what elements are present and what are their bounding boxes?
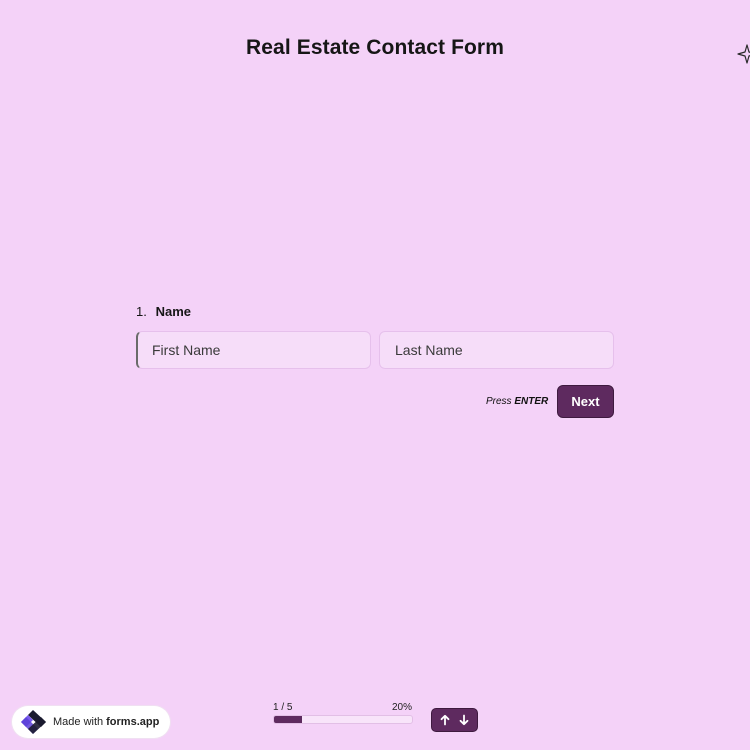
previous-question-button[interactable] <box>436 711 454 729</box>
question-title: Name <box>155 304 192 319</box>
press-enter-hint: Press ENTER <box>486 396 548 407</box>
arrow-down-icon <box>459 714 469 726</box>
hint-key-text: ENTER <box>514 396 549 407</box>
sparkle-icon <box>737 44 750 64</box>
question-label: 1. Name <box>136 304 191 319</box>
made-with-forms-app-badge[interactable]: Made with forms.app <box>12 706 170 738</box>
last-name-input[interactable] <box>379 331 614 369</box>
hint-press-text: Press <box>486 396 512 407</box>
question-navigation <box>431 708 478 732</box>
progress-bar-fill <box>274 716 302 723</box>
forms-app-logo <box>21 710 46 734</box>
progress-bar <box>273 715 413 724</box>
form-title: Real Estate Contact Form <box>246 36 504 59</box>
badge-made-with-text: Made with <box>53 716 104 728</box>
question-number: 1. <box>136 304 147 319</box>
progress-count: 1 / 5 <box>273 702 293 713</box>
first-name-input[interactable] <box>136 331 371 369</box>
badge-brand-text: forms.app <box>106 716 160 728</box>
next-question-button[interactable] <box>455 711 473 729</box>
arrow-up-icon <box>440 714 450 726</box>
progress-percent: 20% <box>392 702 413 713</box>
next-button[interactable]: Next <box>557 385 614 418</box>
